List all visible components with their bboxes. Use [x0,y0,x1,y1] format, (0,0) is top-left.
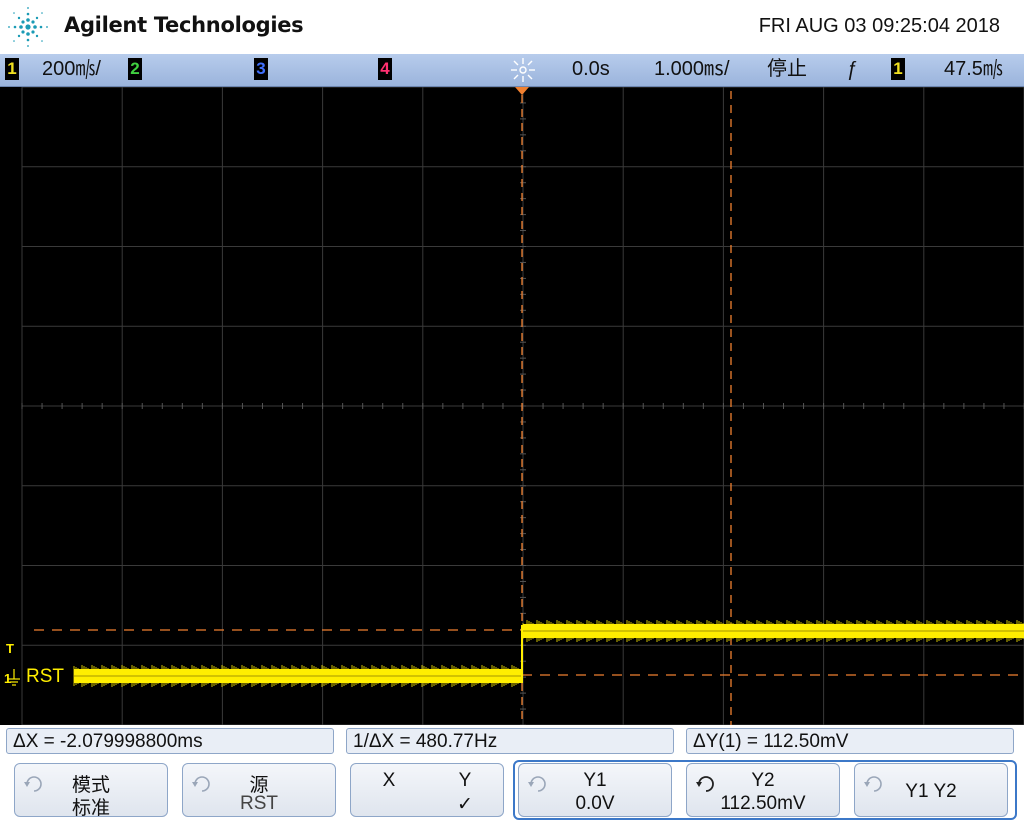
run-state: 停止 [767,58,807,80]
y1-softkey-value: 0.0V [575,793,615,814]
mode-softkey[interactable]: 模式 标准 [14,763,168,819]
y1-y2-softkey-label: Y1 Y2 [905,781,957,802]
channel-1-indicator[interactable]: 1 [5,58,19,80]
trigger-source-indicator: 1 [891,58,905,80]
cursor-readout-row: ΔX = -2.079998800ms 1/ΔX = 480.77Hz ΔY(1… [0,728,1024,758]
x-y-softkey[interactable]: X Y ✓ [350,763,504,817]
waveform-display[interactable]: T 1 RST [0,87,1024,725]
brand-name: Agilent Technologies [64,13,304,37]
channel-2-indicator[interactable]: 2 [128,58,142,80]
trigger-level-marker: T [6,641,14,656]
date-time: FRI AUG 03 09:25:04 2018 [758,15,1000,37]
mode-softkey-value: 标准 [71,798,110,819]
horizontal-delay-icon [511,58,535,82]
inverse-delta-x-readout: 1/ΔX = 480.77Hz [346,728,674,754]
softkey-row: 模式 标准 源 RST X Y ✓ Y1 0.0V Y2 112.50mV Y1… [0,758,1024,822]
delta-x-readout: ΔX = -2.079998800ms [6,728,334,754]
channel-1-scale: 200㎧/ [42,58,101,80]
horizontal-delay-value: 0.0s [572,58,610,80]
trigger-slope-icon: ƒ [846,58,858,80]
delta-y-readout: ΔY(1) = 112.50mV [686,728,1014,754]
timebase-value: 1.000㎳/ [654,58,730,80]
trigger-position-arrow-icon [515,87,529,95]
y2-softkey-value: 112.50mV [720,793,806,814]
y2-softkey-label: Y2 [751,770,775,791]
agilent-spark-logo-icon [8,7,48,47]
y1-softkey-label: Y1 [583,770,607,791]
header-bar: Agilent Technologies FRI AUG 03 09:25:04… [0,0,1024,54]
y1-softkey[interactable]: Y1 0.0V [518,763,672,817]
trigger-position-marker [515,87,529,95]
status-bar: 1 200㎧/ 2 3 4 0.0s 1.000㎳/ 停止 ƒ 1 47.5㎧ [0,54,1024,87]
trigger-level-value: 47.5㎧ [944,58,1003,80]
waveform-graticule: T 1 RST [4,87,1024,725]
channel-label: RST [26,666,64,687]
channel-4-indicator[interactable]: 4 [378,58,392,80]
y1-y2-softkey[interactable]: Y1 Y2 [854,763,1008,817]
channel-3-indicator[interactable]: 3 [254,58,268,80]
y2-softkey[interactable]: Y2 112.50mV [686,763,840,817]
source-softkey-value: RST [240,793,278,814]
